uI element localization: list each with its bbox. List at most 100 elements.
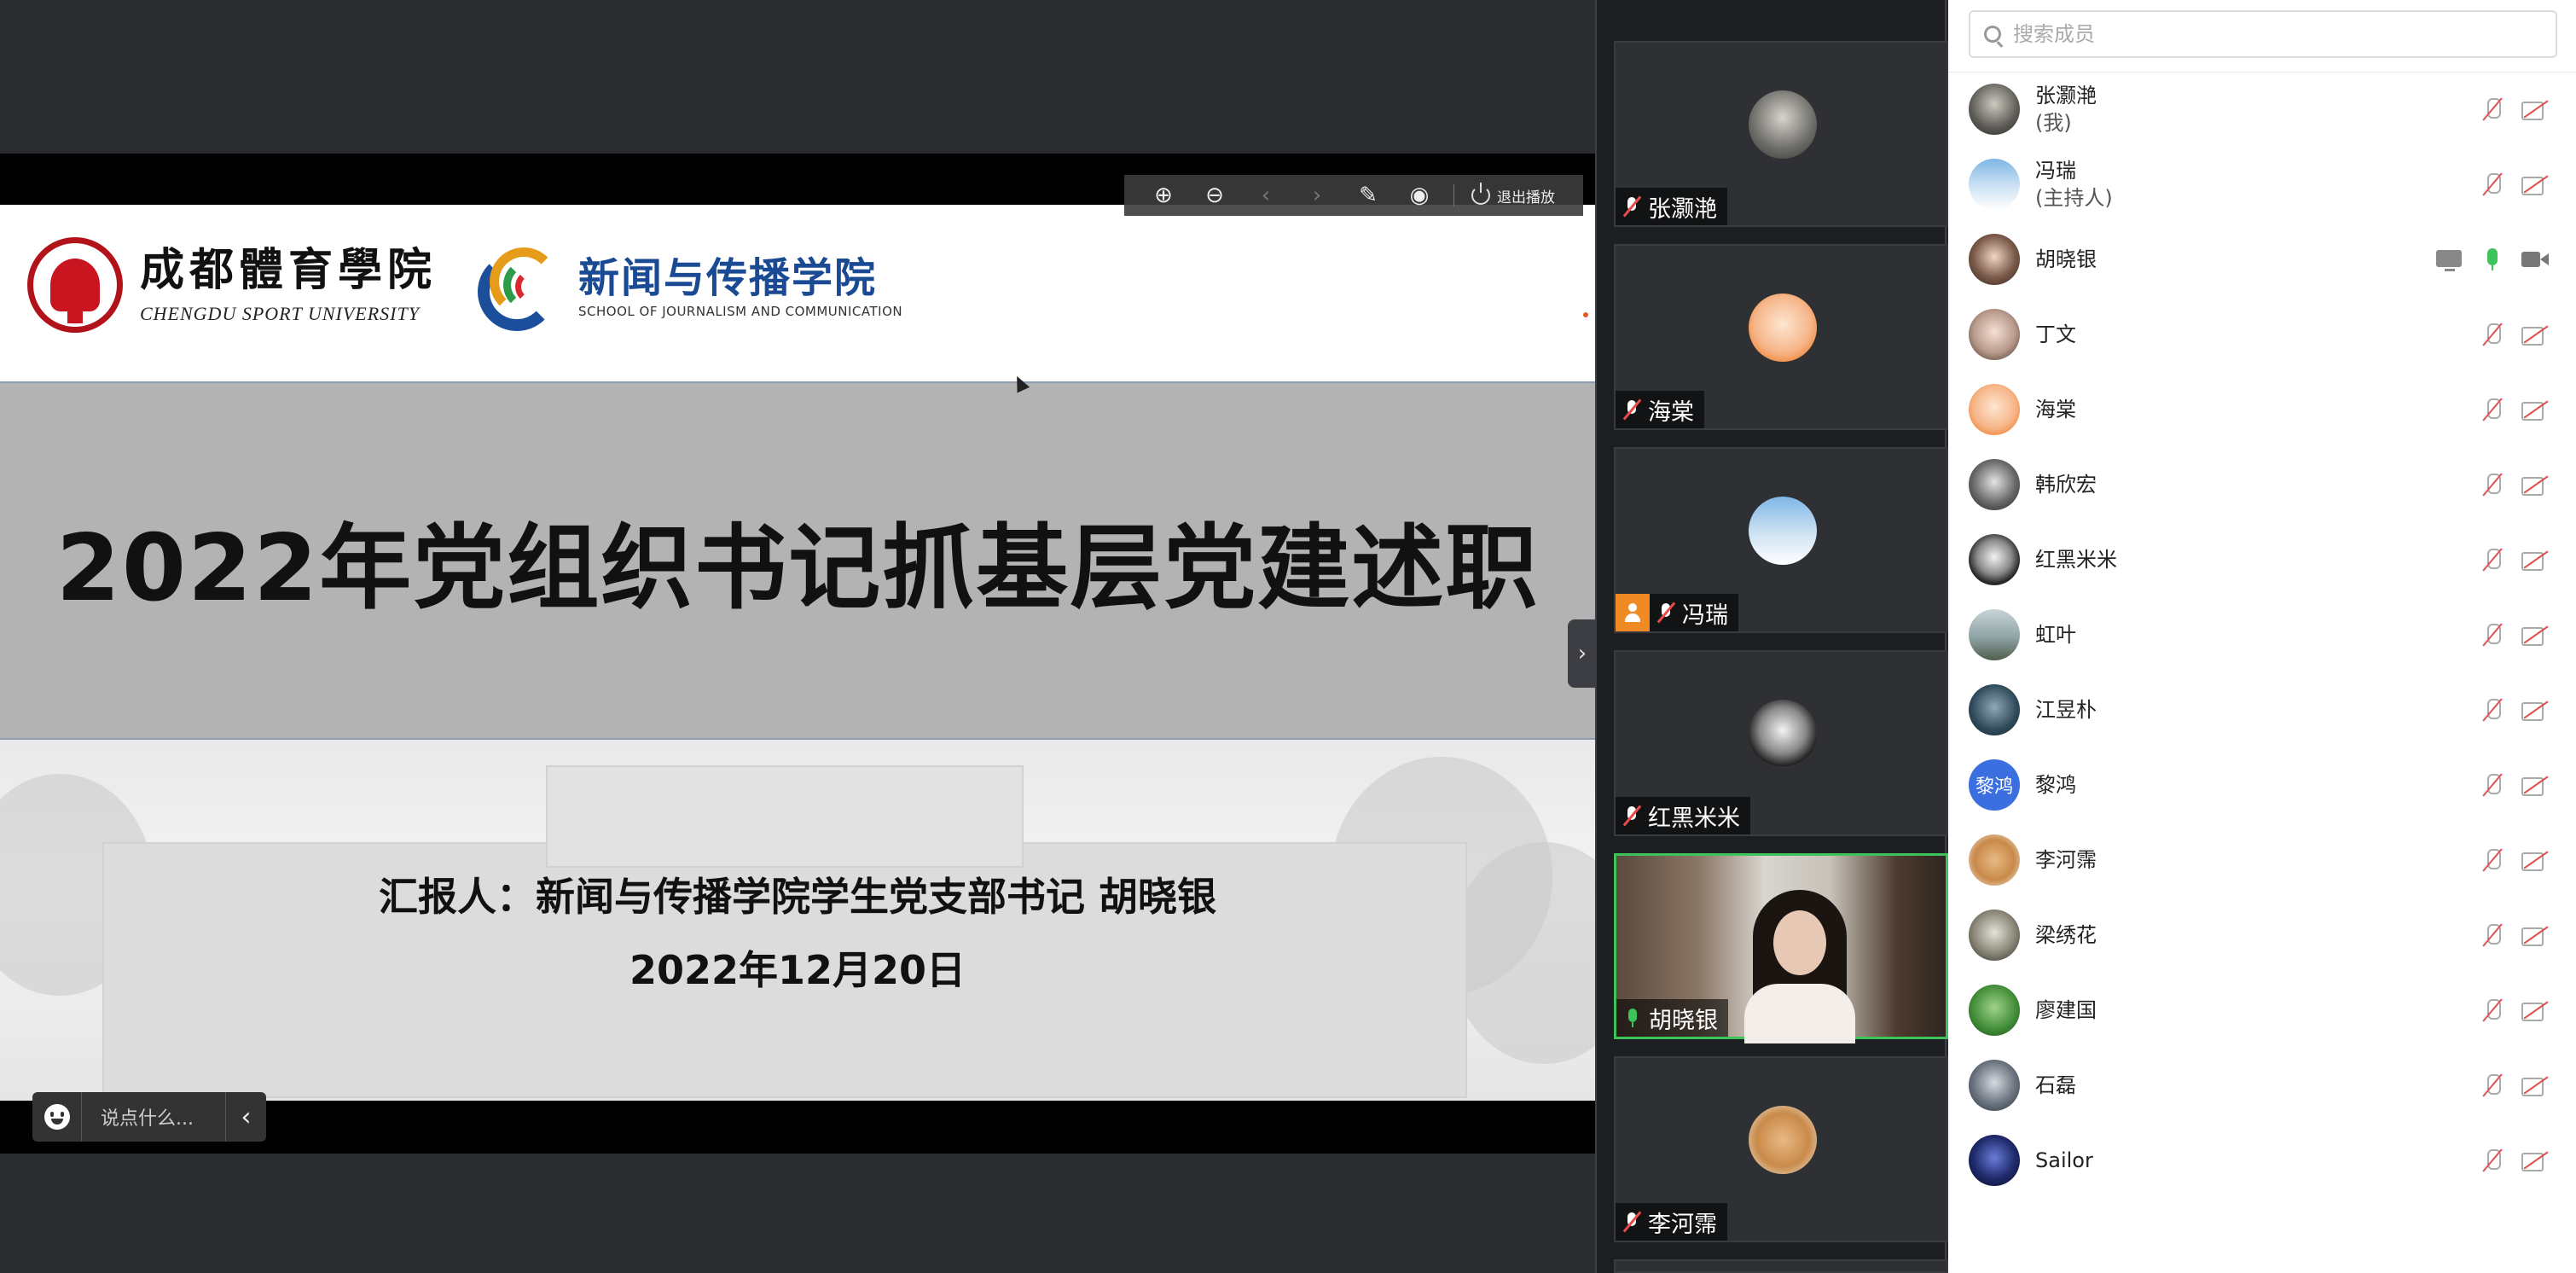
chat-input[interactable]: 说点什么... bbox=[82, 1103, 225, 1131]
avatar bbox=[1969, 609, 2020, 660]
camera-off-icon[interactable] bbox=[2521, 397, 2550, 422]
member-row[interactable]: Sailor bbox=[1969, 1123, 2557, 1198]
laser-pointer-icon[interactable]: ◉ bbox=[1394, 175, 1445, 216]
mic-off-icon bbox=[1622, 398, 1641, 421]
member-row[interactable]: 冯瑞 (主持人) bbox=[1969, 147, 2557, 222]
member-name: Sailor bbox=[2035, 1148, 2093, 1172]
member-name: 石磊 bbox=[2035, 1073, 2076, 1097]
member-row[interactable]: 廖建国 bbox=[1969, 973, 2557, 1048]
mic-off-icon[interactable] bbox=[2480, 171, 2504, 197]
camera-off-icon[interactable] bbox=[2521, 1072, 2550, 1098]
mic-off-icon[interactable] bbox=[2480, 697, 2504, 723]
member-name: 韩欣宏 bbox=[2035, 473, 2097, 497]
exit-presentation-label: 退出播放 bbox=[1497, 189, 1555, 206]
camera-on-icon[interactable] bbox=[2521, 247, 2550, 272]
member-name: 虹叶 bbox=[2035, 623, 2076, 647]
mic-off-icon[interactable] bbox=[2480, 922, 2504, 948]
exit-presentation-button[interactable]: 退出播放 bbox=[1463, 183, 1564, 206]
previous-page-icon[interactable]: ‹ bbox=[1240, 175, 1291, 216]
mic-off-icon[interactable] bbox=[2480, 1072, 2504, 1098]
mic-off-icon[interactable] bbox=[2480, 997, 2504, 1023]
mic-off-icon[interactable] bbox=[2480, 472, 2504, 497]
mic-off-icon[interactable] bbox=[2480, 397, 2504, 422]
avatar bbox=[1969, 234, 2020, 285]
member-row[interactable]: 张灏滟 (我) bbox=[1969, 72, 2557, 147]
camera-off-icon[interactable] bbox=[2521, 322, 2550, 347]
chengdu-sport-university-logo: 成都體育學院 CHENGDU SPORT UNIVERSITY bbox=[27, 237, 437, 333]
member-name: 胡晓银 bbox=[2035, 247, 2097, 271]
member-row[interactable]: 胡晓银 bbox=[1969, 222, 2557, 297]
mic-off-icon[interactable] bbox=[2480, 96, 2504, 122]
search-icon bbox=[1984, 26, 2001, 43]
camera-off-icon[interactable] bbox=[2521, 96, 2550, 122]
avatar bbox=[1969, 534, 2020, 585]
mic-off-icon[interactable] bbox=[2480, 622, 2504, 648]
member-row[interactable]: 红黑米米 bbox=[1969, 522, 2557, 597]
camera-off-icon[interactable] bbox=[2521, 171, 2550, 197]
member-name: 李河霈 bbox=[2035, 848, 2097, 872]
mic-on-icon[interactable] bbox=[2480, 247, 2504, 272]
video-tile[interactable] bbox=[1614, 1259, 1948, 1273]
video-tile[interactable]: 张灏滟 bbox=[1614, 41, 1948, 227]
video-tile[interactable]: 海棠 bbox=[1614, 244, 1948, 430]
member-name: 丁文 bbox=[2035, 323, 2076, 346]
toggle-video-panel-button[interactable]: › bbox=[1568, 619, 1597, 688]
member-name: 黎鸿 bbox=[2035, 773, 2076, 797]
camera-off-icon[interactable] bbox=[2521, 622, 2550, 648]
chat-collapse-button[interactable]: ‹ bbox=[225, 1092, 266, 1142]
member-row[interactable]: 韩欣宏 bbox=[1969, 447, 2557, 522]
member-row[interactable]: 黎鸿 黎鸿 bbox=[1969, 747, 2557, 823]
member-row[interactable]: 江昱朴 bbox=[1969, 672, 2557, 747]
camera-off-icon[interactable] bbox=[2521, 1148, 2550, 1173]
video-tile-name: 李河霈 bbox=[1648, 1211, 1717, 1238]
emoji-button[interactable] bbox=[32, 1092, 82, 1142]
camera-off-icon[interactable] bbox=[2521, 922, 2550, 948]
member-row[interactable]: 虹叶 bbox=[1969, 597, 2557, 672]
video-tile[interactable]: 红黑米米 bbox=[1614, 650, 1948, 836]
video-tile-name: 海棠 bbox=[1648, 398, 1694, 426]
camera-off-icon[interactable] bbox=[2521, 772, 2550, 798]
mic-off-icon[interactable] bbox=[2480, 547, 2504, 573]
camera-off-icon[interactable] bbox=[2521, 697, 2550, 723]
camera-off-icon[interactable] bbox=[2521, 472, 2550, 497]
university-seal-icon bbox=[27, 237, 123, 333]
mic-off-icon[interactable] bbox=[2480, 322, 2504, 347]
mic-off-icon[interactable] bbox=[2480, 847, 2504, 873]
journalism-school-logo: 新闻与传播学院 SCHOOL OF JOURNALISM AND COMMUNI… bbox=[478, 247, 903, 331]
member-name: 冯瑞 bbox=[2035, 159, 2076, 183]
slide-date: 2022年12月20日 bbox=[629, 947, 966, 993]
university-name-cn: 成都體育學院 bbox=[140, 244, 438, 296]
video-tile-name: 红黑米米 bbox=[1648, 805, 1740, 832]
slide-header: 成都體育學院 CHENGDU SPORT UNIVERSITY 新闻与传播学院 … bbox=[0, 205, 1595, 381]
member-row[interactable]: 海棠 bbox=[1969, 372, 2557, 447]
zoom-out-icon[interactable]: ⊖ bbox=[1189, 175, 1240, 216]
mic-off-icon[interactable] bbox=[2480, 772, 2504, 798]
video-tile[interactable]: 冯瑞 bbox=[1614, 447, 1948, 633]
camera-off-icon[interactable] bbox=[2521, 847, 2550, 873]
participant-video-column: 张灏滟 海棠 冯瑞 红黑米米 胡晓银 李河霈 bbox=[1595, 0, 1948, 1273]
recording-dot bbox=[1583, 312, 1588, 317]
member-name: 江昱朴 bbox=[2035, 698, 2097, 722]
member-search-input[interactable] bbox=[2013, 22, 2525, 46]
next-page-icon[interactable]: › bbox=[1291, 175, 1343, 216]
avatar bbox=[1969, 84, 2020, 135]
member-row[interactable]: 李河霈 bbox=[1969, 823, 2557, 898]
mic-off-icon[interactable] bbox=[2480, 1148, 2504, 1173]
host-badge-icon bbox=[1616, 594, 1650, 631]
school-name-en: SCHOOL OF JOURNALISM AND COMMUNICATION bbox=[578, 304, 903, 319]
avatar bbox=[1749, 700, 1817, 768]
pen-annotation-icon[interactable]: ✎ bbox=[1343, 175, 1394, 216]
member-search[interactable] bbox=[1969, 10, 2557, 58]
member-row[interactable]: 丁文 bbox=[1969, 297, 2557, 372]
camera-off-icon[interactable] bbox=[2521, 997, 2550, 1023]
chat-input-bar: 说点什么... ‹ bbox=[32, 1092, 266, 1142]
video-tile[interactable]: 李河霈 bbox=[1614, 1056, 1948, 1242]
member-row[interactable]: 梁绣花 bbox=[1969, 898, 2557, 973]
power-icon bbox=[1471, 183, 1490, 205]
mic-off-icon bbox=[1622, 805, 1641, 827]
smiley-icon bbox=[44, 1104, 70, 1130]
zoom-in-icon[interactable]: ⊕ bbox=[1138, 175, 1189, 216]
video-tile-active-speaker[interactable]: 胡晓银 bbox=[1614, 853, 1948, 1043]
camera-off-icon[interactable] bbox=[2521, 547, 2550, 573]
member-row[interactable]: 石磊 bbox=[1969, 1048, 2557, 1123]
